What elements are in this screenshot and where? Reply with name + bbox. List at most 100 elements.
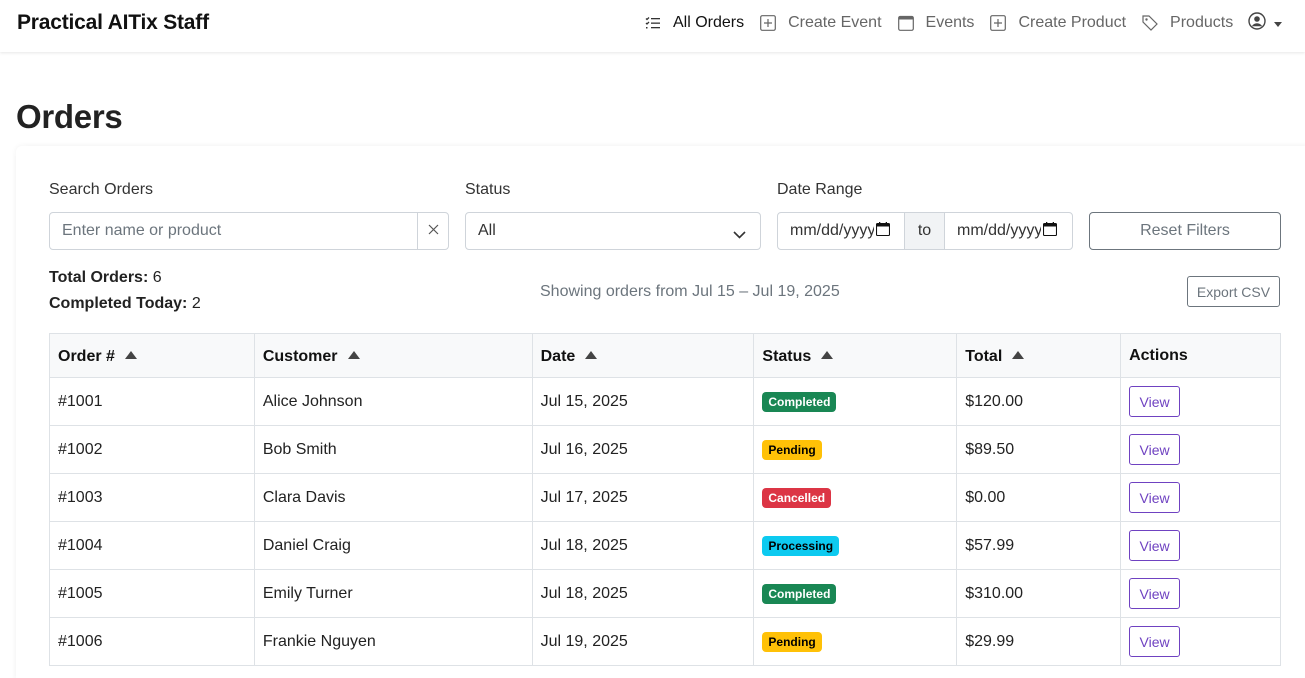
col-header-label: Status bbox=[762, 347, 812, 365]
status-cell: Completed bbox=[753, 569, 958, 618]
date-cell: Jul 18, 2025 bbox=[531, 569, 755, 618]
date-cell: Jul 15, 2025 bbox=[531, 377, 755, 426]
view-order-button[interactable]: View bbox=[1129, 434, 1181, 465]
actions-cell: View bbox=[1120, 569, 1281, 618]
status-badge: Pending bbox=[762, 439, 822, 460]
col-header-label: Total bbox=[965, 347, 1003, 365]
total-cell: $310.00 bbox=[956, 569, 1122, 618]
calendar-icon[interactable] bbox=[1042, 221, 1058, 241]
sort-up-icon[interactable] bbox=[821, 346, 834, 364]
total-orders-label: Total Orders: bbox=[49, 269, 149, 286]
col-header-label: Order # bbox=[58, 347, 115, 365]
view-order-button[interactable]: View bbox=[1129, 530, 1181, 561]
sort-up-icon[interactable] bbox=[585, 346, 598, 364]
date-cell: Jul 16, 2025 bbox=[531, 425, 755, 474]
col-header-label: Customer bbox=[262, 347, 338, 365]
plus-square-icon bbox=[759, 14, 777, 32]
chevron-down-icon bbox=[733, 226, 746, 244]
col-header-status[interactable]: Status bbox=[753, 333, 958, 378]
order-number-cell: #1005 bbox=[49, 569, 255, 618]
col-header-total[interactable]: Total bbox=[956, 333, 1122, 378]
sort-up-icon[interactable] bbox=[347, 346, 360, 364]
status-badge: Completed bbox=[762, 391, 837, 412]
col-header-customer[interactable]: Customer bbox=[253, 333, 533, 378]
brand-title[interactable]: Practical AITix Staff bbox=[17, 11, 209, 35]
status-select[interactable]: All bbox=[465, 212, 761, 250]
nav-events[interactable]: Events bbox=[897, 14, 975, 32]
col-header-order[interactable]: Order # bbox=[49, 333, 255, 378]
table-row: #1001 Alice Johnson Jul 15, 2025 Completed $… bbox=[49, 377, 1281, 426]
status-badge: Completed bbox=[762, 583, 837, 604]
sort-up-icon[interactable] bbox=[124, 346, 137, 364]
nav-label: Create Product bbox=[1018, 14, 1127, 31]
table-row: #1006 Frankie Nguyen Jul 19, 2025 Pending $2… bbox=[49, 617, 1281, 666]
showing-range-text: Showing orders from Jul 15 – Jul 19, 202… bbox=[540, 283, 840, 300]
caret-down-icon bbox=[1274, 14, 1283, 32]
customer-cell: Daniel Craig bbox=[253, 521, 533, 570]
main-nav: All Orders Create Event Events Create Pr… bbox=[644, 0, 1283, 46]
order-number-cell: #1002 bbox=[49, 425, 255, 474]
nav-create-product[interactable]: Create Product bbox=[989, 14, 1126, 32]
status-cell: Processing bbox=[753, 521, 958, 570]
order-number-cell: #1003 bbox=[49, 473, 255, 522]
order-number-cell: #1004 bbox=[49, 521, 255, 570]
view-order-button[interactable]: View bbox=[1129, 386, 1181, 417]
total-cell: $29.99 bbox=[956, 617, 1122, 666]
table-row: #1004 Daniel Craig Jul 18, 2025 Processing $… bbox=[49, 521, 1281, 570]
table-row: #1002 Bob Smith Jul 16, 2025 Pending $89.50 V… bbox=[49, 425, 1281, 474]
col-header-date[interactable]: Date bbox=[531, 333, 755, 378]
nav-label: Events bbox=[925, 14, 975, 31]
nav-label: Create Event bbox=[788, 14, 882, 31]
search-input[interactable]: Enter name or product bbox=[49, 212, 418, 250]
table-row: #1003 Clara Davis Jul 17, 2025 Cancelled $0.… bbox=[49, 473, 1281, 522]
tags-icon bbox=[1141, 14, 1159, 32]
user-menu[interactable] bbox=[1248, 11, 1283, 35]
nav-create-event[interactable]: Create Event bbox=[759, 14, 882, 32]
clear-search-button[interactable] bbox=[417, 212, 449, 250]
page-title: Orders bbox=[16, 98, 123, 135]
view-order-button[interactable]: View bbox=[1129, 578, 1181, 609]
view-order-button[interactable]: View bbox=[1129, 626, 1181, 657]
search-label: Search Orders bbox=[49, 181, 154, 198]
actions-cell: View bbox=[1120, 617, 1281, 666]
date-cell: Jul 17, 2025 bbox=[531, 473, 755, 522]
orders-table-body: #1001 Alice Johnson Jul 15, 2025 Completed $… bbox=[49, 377, 1281, 666]
date-cell: Jul 19, 2025 bbox=[531, 617, 755, 666]
export-csv-button[interactable]: Export CSV bbox=[1187, 276, 1280, 307]
status-cell: Completed bbox=[753, 377, 958, 426]
status-badge: Cancelled bbox=[762, 487, 832, 508]
list-icon bbox=[644, 14, 662, 32]
date-from-value: mm/dd/yyyy bbox=[790, 222, 874, 239]
order-number-cell: #1001 bbox=[49, 377, 255, 426]
completed-today-label: Completed Today: bbox=[49, 295, 188, 312]
navbar: Practical AITix Staff All Orders Create … bbox=[0, 0, 1305, 52]
calendar-icon[interactable] bbox=[875, 221, 891, 241]
date-cell: Jul 18, 2025 bbox=[531, 521, 755, 570]
total-cell: $89.50 bbox=[956, 425, 1122, 474]
orders-table: Order # Customer Date Status Total Actio… bbox=[49, 333, 1281, 666]
col-header-label: Date bbox=[540, 347, 576, 365]
customer-cell: Emily Turner bbox=[253, 569, 533, 618]
col-header-actions: Actions bbox=[1120, 333, 1281, 378]
nav-products[interactable]: Products bbox=[1141, 14, 1233, 32]
status-cell: Cancelled bbox=[753, 473, 958, 522]
nav-all-orders[interactable]: All Orders bbox=[644, 14, 744, 32]
view-order-button[interactable]: View bbox=[1129, 482, 1181, 513]
total-cell: $0.00 bbox=[956, 473, 1122, 522]
customer-cell: Bob Smith bbox=[253, 425, 533, 474]
actions-cell: View bbox=[1120, 473, 1281, 522]
status-badge: Processing bbox=[762, 535, 840, 556]
date-range-label: Date Range bbox=[777, 181, 863, 198]
status-cell: Pending bbox=[753, 617, 958, 666]
table-header-row: Order # Customer Date Status Total Actio… bbox=[49, 333, 1281, 378]
close-icon bbox=[428, 222, 439, 240]
reset-filters-button[interactable]: Reset Filters bbox=[1089, 212, 1281, 250]
nav-label: Products bbox=[1170, 14, 1234, 31]
sort-up-icon[interactable] bbox=[1012, 346, 1025, 364]
order-number-cell: #1006 bbox=[49, 617, 255, 666]
customer-cell: Alice Johnson bbox=[253, 377, 533, 426]
date-from-input[interactable]: mm/dd/yyyy bbox=[777, 212, 905, 250]
date-to-input[interactable]: mm/dd/yyyy bbox=[944, 212, 1073, 250]
total-cell: $57.99 bbox=[956, 521, 1122, 570]
completed-today-stat: Completed Today: 2 bbox=[49, 295, 201, 313]
